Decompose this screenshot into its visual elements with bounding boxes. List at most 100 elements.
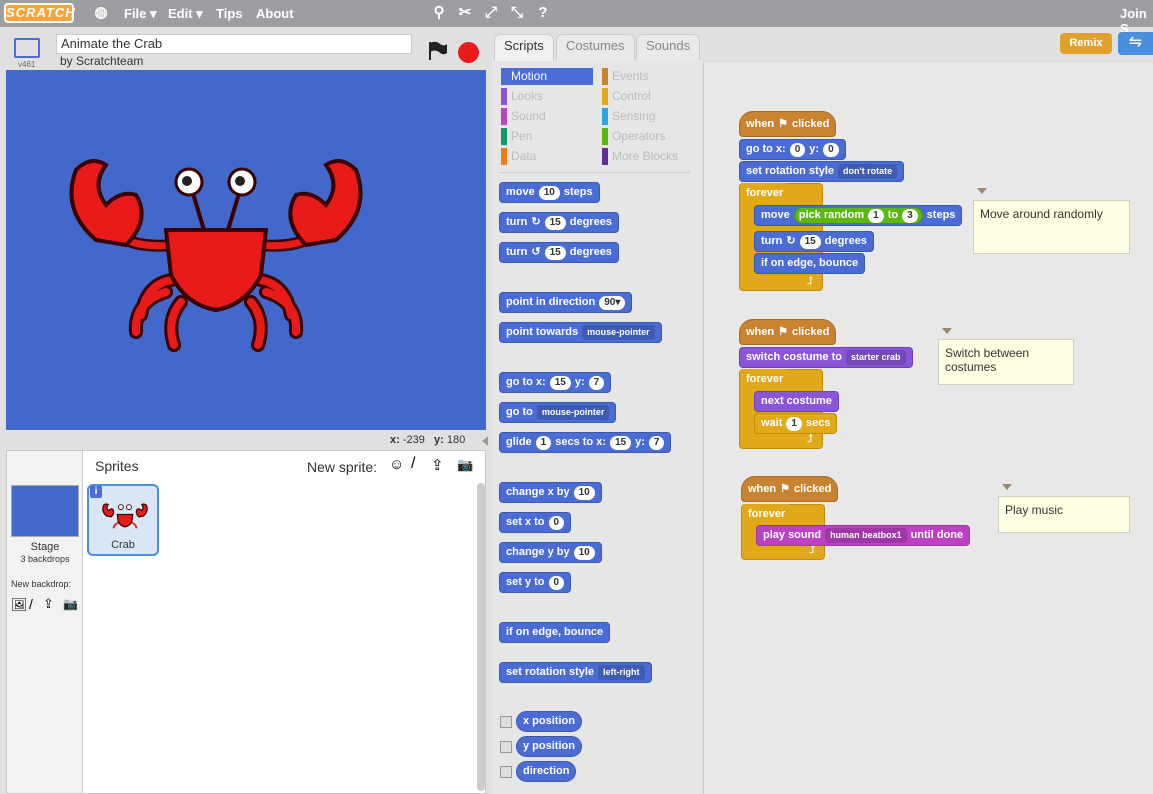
block-rotation-style[interactable]: set rotation style don't rotate bbox=[739, 161, 905, 182]
stop-icon[interactable] bbox=[458, 42, 479, 63]
upload-backdrop-icon[interactable]: ⇪ bbox=[43, 596, 54, 612]
stage-label: Stage bbox=[30, 541, 60, 553]
tab-sounds[interactable]: Sounds bbox=[636, 34, 701, 61]
menu-tips[interactable]: Tips bbox=[216, 6, 243, 21]
tab-costumes[interactable]: Costumes bbox=[556, 34, 635, 61]
menu-about[interactable]: About bbox=[256, 6, 294, 21]
crab-thumbnail bbox=[102, 503, 148, 529]
block-edge-bounce[interactable]: if on edge, bounce bbox=[499, 622, 611, 643]
sprites-panel: Stage 3 backdrops New backdrop: 🖼 / ⇪ 📷 … bbox=[6, 450, 486, 794]
category-operators[interactable]: Operators bbox=[602, 128, 694, 145]
note-collapse-icon[interactable] bbox=[942, 328, 952, 334]
block-switch-costume[interactable]: switch costume to starter crab bbox=[739, 347, 913, 368]
scratch-logo[interactable]: SCRATCH bbox=[4, 3, 75, 23]
new-sprite-label: New sprite: bbox=[307, 459, 378, 475]
block-go-to-xy[interactable]: go to x: 15 y: 7 bbox=[499, 372, 612, 393]
sprite-tile-crab[interactable]: i Crab bbox=[87, 484, 159, 556]
category-events[interactable]: Events bbox=[602, 68, 694, 85]
forever-label: forever bbox=[740, 183, 790, 204]
camera-backdrop-icon[interactable]: 📷 bbox=[63, 597, 78, 611]
category-motion[interactable]: Motion bbox=[501, 68, 593, 85]
remix-button[interactable]: Remix bbox=[1060, 33, 1112, 54]
scripts-area[interactable]: when ⚑ clicked go to x: 0 y: 0 set rotation s… bbox=[703, 63, 1153, 794]
block-set-y[interactable]: set y to 0 bbox=[499, 572, 572, 593]
tab-scripts[interactable]: Scripts bbox=[494, 34, 554, 61]
block-set-x[interactable]: set x to 0 bbox=[499, 512, 572, 533]
category-more-blocks[interactable]: More Blocks bbox=[602, 148, 694, 165]
crab-sprite[interactable] bbox=[6, 70, 486, 430]
sprites-scrollbar[interactable] bbox=[477, 483, 485, 791]
comment-move-randomly[interactable]: Move around randomly bbox=[973, 200, 1130, 254]
category-control[interactable]: Control bbox=[602, 88, 694, 105]
block-when-flag-clicked[interactable]: when ⚑ clicked bbox=[739, 319, 837, 345]
category-sensing[interactable]: Sensing bbox=[602, 108, 694, 125]
forever-label: forever bbox=[742, 504, 792, 525]
block-wait[interactable]: wait 1 secs bbox=[754, 413, 838, 434]
block-glide[interactable]: glide 1 secs to x: 15 y: 7 bbox=[499, 432, 672, 453]
reporter-y-position[interactable]: y position bbox=[516, 736, 582, 757]
direction-checkbox[interactable] bbox=[500, 766, 512, 778]
block-turn-left[interactable]: turn ↺ 15 degrees bbox=[499, 242, 619, 263]
green-flag-icon: ⚑ bbox=[780, 482, 790, 495]
grow-icon[interactable]: ⤢ bbox=[482, 4, 500, 22]
block-go-to-xy[interactable]: go to x: 0 y: 0 bbox=[739, 139, 846, 160]
menu-bar: SCRATCH ◍ File ▾ Edit ▾ Tips About ⚲ ✂ ⤢… bbox=[0, 0, 1153, 36]
collapse-arrow-icon[interactable] bbox=[482, 436, 488, 446]
category-data[interactable]: Data bbox=[501, 148, 593, 165]
block-turn-right[interactable]: turn ↻ 15 degrees bbox=[754, 231, 874, 252]
block-next-costume[interactable]: next costume bbox=[754, 391, 839, 412]
block-move[interactable]: move pick random 1 to 3 steps bbox=[754, 205, 963, 226]
sprite-library-icon[interactable]: ☺ bbox=[389, 456, 404, 473]
block-turn-right[interactable]: turn ↻ 15 degrees bbox=[499, 212, 619, 233]
block-palette: Motion Looks Sound Pen Data Events Contr… bbox=[492, 60, 702, 794]
menu-edit[interactable]: Edit ▾ bbox=[168, 6, 203, 22]
block-edge-bounce[interactable]: if on edge, bounce bbox=[754, 253, 866, 274]
version-label: v461 bbox=[18, 60, 36, 69]
duplicate-icon[interactable]: ⚲ bbox=[430, 4, 448, 22]
paint-backdrop-icon[interactable]: 🖼 bbox=[11, 597, 28, 613]
reporter-x-position[interactable]: x position bbox=[516, 711, 582, 732]
block-when-flag-clicked[interactable]: when ⚑ clicked bbox=[739, 111, 837, 137]
block-rotation-style[interactable]: set rotation style left-right bbox=[499, 662, 652, 683]
block-pick-random[interactable]: pick random 1 to 3 bbox=[793, 207, 923, 224]
y-position-checkbox[interactable] bbox=[500, 741, 512, 753]
category-sound[interactable]: Sound bbox=[501, 108, 593, 125]
palette-divider bbox=[500, 172, 690, 173]
rotate-left-icon: ↺ bbox=[531, 246, 541, 258]
green-flag-icon[interactable] bbox=[426, 40, 448, 62]
category-looks[interactable]: Looks bbox=[501, 88, 593, 105]
shrink-icon[interactable]: ⤡ bbox=[508, 4, 526, 22]
block-move[interactable]: move 10 steps bbox=[499, 182, 600, 203]
block-go-to[interactable]: go to mouse-pointer bbox=[499, 402, 617, 423]
menu-file[interactable]: File ▾ bbox=[124, 6, 157, 22]
green-flag-icon: ⚑ bbox=[778, 117, 788, 130]
comment-switch-costumes[interactable]: Switch between costumes bbox=[938, 339, 1074, 385]
block-change-x[interactable]: change x by 10 bbox=[499, 482, 602, 503]
x-position-checkbox[interactable] bbox=[500, 716, 512, 728]
block-point-towards[interactable]: point towards mouse-pointer bbox=[499, 322, 662, 343]
comment-play-music[interactable]: Play music bbox=[998, 496, 1130, 533]
fullscreen-icon[interactable] bbox=[14, 38, 40, 58]
note-collapse-icon[interactable] bbox=[977, 188, 987, 194]
note-collapse-icon[interactable] bbox=[1002, 484, 1012, 490]
block-point-direction[interactable]: point in direction 90▾ bbox=[499, 292, 633, 313]
globe-icon[interactable]: ◍ bbox=[92, 4, 110, 22]
brush-backdrop-icon[interactable]: / bbox=[29, 596, 33, 612]
project-title-input[interactable]: Animate the Crab bbox=[56, 34, 412, 54]
stage-canvas[interactable] bbox=[6, 70, 486, 430]
loop-arrow-icon: ⮥ bbox=[807, 433, 814, 445]
upload-sprite-icon[interactable]: ⇪ bbox=[431, 456, 444, 474]
paint-sprite-icon[interactable]: / bbox=[411, 455, 415, 473]
block-play-sound-until-done[interactable]: play sound human beatbox1 until done bbox=[756, 525, 971, 546]
category-pen[interactable]: Pen bbox=[501, 128, 593, 145]
reporter-direction[interactable]: direction bbox=[516, 761, 577, 782]
sprite-name: Crab bbox=[111, 539, 135, 551]
cut-icon[interactable]: ✂ bbox=[456, 4, 474, 22]
help-icon[interactable]: ? bbox=[534, 4, 552, 22]
stage-thumbnail[interactable] bbox=[11, 485, 79, 537]
block-when-flag-clicked[interactable]: when ⚑ clicked bbox=[741, 476, 839, 502]
block-change-y[interactable]: change y by 10 bbox=[499, 542, 602, 563]
see-project-page-icon[interactable]: ⇋ bbox=[1118, 32, 1153, 55]
camera-sprite-icon[interactable]: 📷 bbox=[457, 457, 473, 473]
rotate-right-icon: ↻ bbox=[531, 216, 541, 228]
